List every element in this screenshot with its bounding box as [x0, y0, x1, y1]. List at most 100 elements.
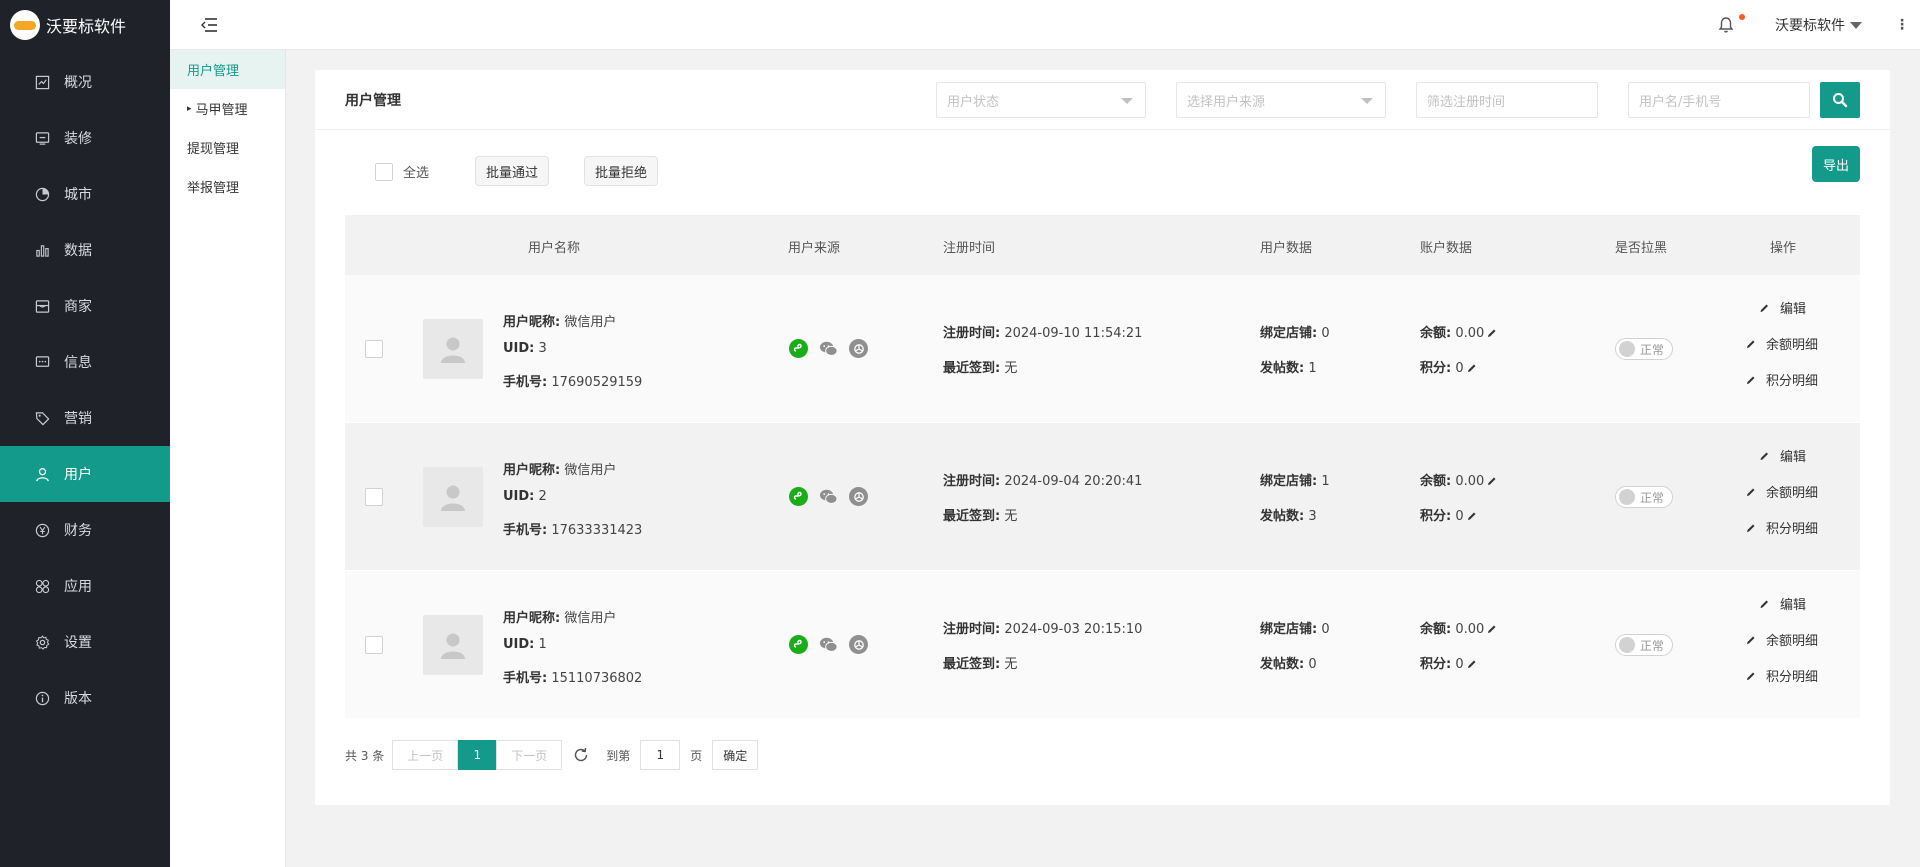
- submenu-item-1[interactable]: ▸ 马甲管理: [170, 89, 285, 128]
- chevron-down-icon: [1121, 98, 1133, 104]
- user-source-icons: [789, 487, 868, 506]
- sidebar-item-label: 营销: [64, 411, 92, 427]
- bound-stores-label: 绑定店铺:: [1260, 622, 1318, 637]
- reg-time-label: 注册时间:: [943, 474, 1001, 489]
- edit-button[interactable]: 编辑: [1759, 594, 1806, 613]
- user-name: 沃要标软件: [1775, 18, 1845, 34]
- edit-button[interactable]: 编辑: [1759, 446, 1806, 465]
- blacklist-toggle[interactable]: 正常: [1615, 486, 1673, 508]
- search-icon: [1833, 93, 1848, 108]
- current-page[interactable]: 1: [458, 740, 497, 770]
- sidebar-item-3[interactable]: 数据: [0, 222, 170, 278]
- edit-balance-pencil-icon[interactable]: [1487, 475, 1497, 490]
- balance-line: 余额: 0.00: [1420, 322, 1497, 342]
- more-vertical-icon[interactable]: ⋮: [1892, 17, 1912, 33]
- batch-reject-button[interactable]: 批量拒绝: [584, 156, 659, 186]
- search-button[interactable]: [1820, 82, 1860, 118]
- batch-approve-button[interactable]: 批量通过: [475, 156, 550, 186]
- balance-line: 余额: 0.00: [1420, 470, 1497, 490]
- col-username: 用户名称: [528, 241, 581, 256]
- user-menu[interactable]: 沃要标软件: [1775, 15, 1862, 35]
- app-logo[interactable]: 沃要标软件: [0, 0, 170, 50]
- col-source: 用户来源: [788, 241, 841, 256]
- balance-label: 余额:: [1420, 622, 1452, 637]
- balance-detail-button[interactable]: 余额明细: [1746, 334, 1818, 353]
- uid-line: UID: 3: [503, 341, 547, 356]
- bound-stores-value: 0: [1321, 622, 1330, 637]
- edit-label: 编辑: [1780, 450, 1807, 465]
- submenu-item-2[interactable]: 提现管理: [170, 128, 285, 167]
- wechat-icon: [819, 339, 838, 358]
- points-detail-button[interactable]: 积分明细: [1746, 518, 1818, 537]
- sidebar-item-0[interactable]: 概况: [0, 54, 170, 110]
- user-source-select[interactable]: 选择用户来源: [1176, 82, 1386, 118]
- notification-bell-icon[interactable]: [1717, 14, 1745, 34]
- phone-value: 17633331423: [551, 523, 643, 538]
- posts-value: 1: [1308, 361, 1317, 376]
- sidebar-item-9[interactable]: 应用: [0, 558, 170, 614]
- points-detail-button[interactable]: 积分明细: [1746, 370, 1818, 389]
- sidebar-item-2[interactable]: 城市: [0, 166, 170, 222]
- last-checkin-value: 无: [1004, 657, 1018, 672]
- user-status-select[interactable]: 用户状态: [936, 82, 1146, 118]
- goto-label: 到第: [606, 748, 631, 763]
- sidebar-item-7[interactable]: 用户: [0, 446, 170, 502]
- row-checkbox[interactable]: [365, 340, 383, 358]
- edit-balance-pencil-icon[interactable]: [1487, 327, 1497, 342]
- select-all-checkbox[interactable]: [375, 162, 393, 181]
- phone-line: 手机号: 15110736802: [503, 667, 642, 686]
- wechat-icon: [819, 487, 838, 506]
- submenu-item-label: 举报管理: [187, 181, 240, 196]
- edit-points-pencil-icon[interactable]: [1467, 510, 1477, 525]
- submenu-item-3[interactable]: 举报管理: [170, 167, 285, 206]
- posts-label: 发帖数:: [1260, 657, 1305, 672]
- submenu-item-0[interactable]: 用户管理: [170, 50, 285, 89]
- blacklist-toggle[interactable]: 正常: [1615, 634, 1673, 656]
- sidebar-item-1[interactable]: 装修: [0, 110, 170, 166]
- sidebar-item-8[interactable]: 财务: [0, 502, 170, 558]
- prev-page-button[interactable]: 上一页: [392, 740, 459, 770]
- next-page-button[interactable]: 下一页: [496, 740, 563, 770]
- search-input[interactable]: 用户名/手机号: [1628, 82, 1810, 118]
- balance-detail-button[interactable]: 余额明细: [1746, 482, 1818, 501]
- edit-points-pencil-icon[interactable]: [1467, 658, 1477, 673]
- sidebar-item-4[interactable]: 商家: [0, 278, 170, 334]
- goto-page-input[interactable]: [640, 740, 681, 770]
- phone-line: 手机号: 17690529159: [503, 371, 642, 390]
- avatar-placeholder-icon: [441, 633, 465, 659]
- edit-button[interactable]: 编辑: [1759, 298, 1806, 317]
- app-source-icon: [849, 339, 868, 358]
- select-all[interactable]: 全选: [375, 162, 429, 181]
- row-checkbox[interactable]: [365, 636, 383, 654]
- balance-detail-button[interactable]: 余额明细: [1746, 630, 1818, 649]
- blacklist-toggle[interactable]: 正常: [1615, 338, 1673, 360]
- sidebar-item-11[interactable]: 版本: [0, 670, 170, 726]
- menu-collapse-icon[interactable]: [200, 16, 218, 34]
- sidebar-item-5[interactable]: 信息: [0, 334, 170, 390]
- register-date-filter[interactable]: 筛选注册时间: [1416, 82, 1598, 118]
- sidebar-item-10[interactable]: 设置: [0, 614, 170, 670]
- top-bar: 沃要标软件 ⋮: [170, 0, 1920, 50]
- sidebar-item-label: 数据: [64, 243, 92, 259]
- reg-time-line: 注册时间: 2024-09-10 11:54:21: [943, 322, 1142, 341]
- points-detail-button[interactable]: 积分明细: [1746, 666, 1818, 685]
- nickname-value: 微信用户: [564, 315, 617, 330]
- sidebar-item-label: 装修: [64, 131, 92, 147]
- edit-balance-pencil-icon[interactable]: [1487, 623, 1497, 638]
- table-header: 用户名称 用户来源 注册时间 用户数据 账户数据 是否拉黑 操作: [345, 215, 1860, 275]
- nickname-line: 用户昵称: 微信用户: [503, 311, 616, 330]
- sidebar-item-label: 用户: [64, 467, 92, 483]
- export-button[interactable]: 导出: [1812, 146, 1860, 182]
- last-checkin-line: 最近签到: 无: [943, 505, 1017, 524]
- goto-confirm-button[interactable]: 确定: [712, 740, 759, 770]
- refresh-icon[interactable]: [572, 746, 590, 764]
- points-line: 积分: 0: [1420, 357, 1477, 377]
- gear-icon: [34, 634, 50, 650]
- row-checkbox[interactable]: [365, 488, 383, 506]
- edit-points-pencil-icon[interactable]: [1467, 362, 1477, 377]
- sidebar-item-6[interactable]: 营销: [0, 390, 170, 446]
- phone-label: 手机号:: [503, 671, 548, 686]
- apps-icon: [34, 578, 50, 594]
- reg-time-line: 注册时间: 2024-09-03 20:15:10: [943, 618, 1142, 637]
- avatar: [423, 615, 483, 675]
